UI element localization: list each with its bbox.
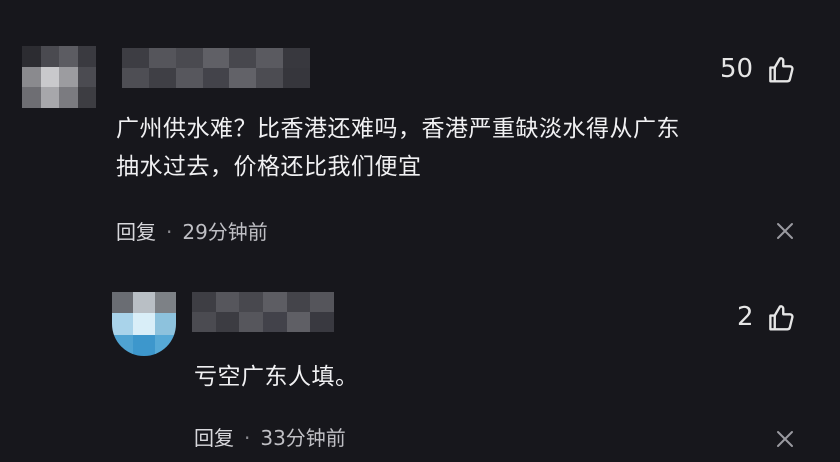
thumbs-up-icon[interactable]: [766, 303, 796, 333]
separator-dot: ·: [244, 426, 251, 450]
reply-button[interactable]: 回复: [194, 426, 234, 450]
reply-avatar[interactable]: [112, 292, 176, 356]
like-count: 50: [720, 54, 754, 84]
reply-username-blurred[interactable]: [192, 292, 334, 332]
timestamp: 29分钟前: [182, 220, 268, 244]
reply-button[interactable]: 回复: [116, 220, 156, 244]
username-blurred[interactable]: [122, 48, 310, 88]
avatar[interactable]: [22, 46, 96, 108]
timestamp: 33分钟前: [260, 426, 346, 450]
reply-meta: 回复 · 33分钟前: [194, 422, 346, 451]
reply-text: 亏空广东人填。: [194, 364, 359, 390]
thumbs-up-icon[interactable]: [766, 55, 796, 85]
comment-text-line-2: 抽水过去，价格还比我们便宜: [116, 154, 422, 180]
close-icon[interactable]: [776, 430, 794, 448]
comment-meta: 回复 · 29分钟前: [116, 216, 268, 245]
close-icon[interactable]: [776, 222, 794, 240]
separator-dot: ·: [166, 220, 173, 244]
reply-like-count: 2: [737, 302, 754, 332]
comment-text-line-1: 广州供水难？比香港还难吗，香港严重缺淡水得从广东: [116, 116, 680, 142]
